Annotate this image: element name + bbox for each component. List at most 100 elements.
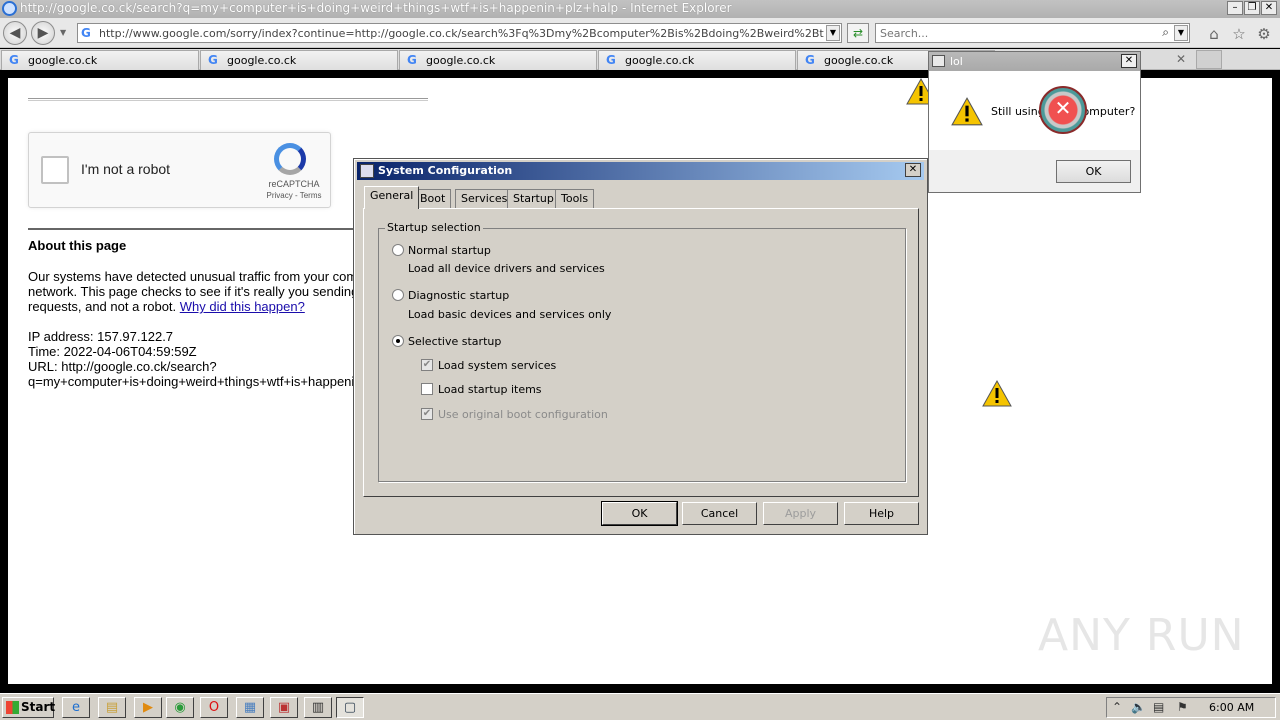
about-line-3: requests, and not a robot. Why did this … xyxy=(28,299,305,314)
search-box[interactable]: ⌕ ▼ xyxy=(875,23,1190,43)
system-configuration-dialog: System Configuration ✕ General Boot Serv… xyxy=(353,158,928,535)
google-favicon-icon: G xyxy=(606,53,616,67)
recaptcha-links[interactable]: Privacy - Terms xyxy=(255,191,333,200)
recaptcha-checkbox[interactable] xyxy=(41,156,69,184)
normal-startup-label[interactable]: Normal startup xyxy=(408,244,491,257)
notepad-taskbar-icon[interactable]: ▦ xyxy=(236,697,264,718)
app-taskbar-icon[interactable]: ▣ xyxy=(270,697,298,718)
dialog-title-bar[interactable]: System Configuration ✕ xyxy=(357,162,924,180)
forward-button[interactable]: ▶ xyxy=(31,21,55,45)
address-url[interactable]: http://www.google.com/sorry/index?contin… xyxy=(99,27,824,40)
chrome-taskbar-icon[interactable]: ◉ xyxy=(166,697,194,718)
explorer-taskbar-icon[interactable]: ▤ xyxy=(98,697,126,718)
action-center-flag-icon[interactable]: ⚑ xyxy=(1177,700,1188,714)
windows-logo-icon xyxy=(6,701,19,714)
history-dropdown-icon[interactable]: ▼ xyxy=(60,28,66,37)
restore-button[interactable]: ❐ xyxy=(1244,1,1260,15)
tray-expand-icon[interactable]: ⌃ xyxy=(1112,700,1122,714)
time-stamp: Time: 2022-04-06T04:59:59Z xyxy=(28,344,197,359)
startup-selection-group: Startup selection Normal startup Load al… xyxy=(378,221,906,482)
start-button[interactable]: Start xyxy=(2,697,55,718)
minimize-button[interactable]: – xyxy=(1227,1,1243,15)
browser-title: http://google.co.ck/search?q=my+computer… xyxy=(20,1,732,15)
general-panel: Startup selection Normal startup Load al… xyxy=(363,208,919,497)
diagnostic-startup-radio[interactable] xyxy=(392,289,404,301)
tab-boot[interactable]: Boot xyxy=(414,189,452,208)
system-tray: ⌃ 🔈 ▤ ⚑ 6:00 AM xyxy=(1106,697,1276,718)
about-text: Our systems have detected unusual traffi… xyxy=(28,269,358,389)
tab-google-2[interactable]: Ggoogle.co.ck xyxy=(200,50,398,70)
url-line-2: q=my+computer+is+doing+weird+things+wtf+… xyxy=(28,374,358,389)
ok-button[interactable]: OK xyxy=(601,501,678,526)
volume-icon[interactable]: 🔈 xyxy=(1131,700,1146,714)
tab-services[interactable]: Services xyxy=(455,189,514,208)
tab-google-1[interactable]: Ggoogle.co.ck xyxy=(1,50,199,70)
address-bar[interactable]: G http://www.google.com/sorry/index?cont… xyxy=(77,23,842,43)
address-dropdown-icon[interactable]: ▼ xyxy=(826,25,840,41)
load-startup-items-checkbox[interactable] xyxy=(421,383,433,395)
normal-startup-desc: Load all device drivers and services xyxy=(408,262,605,275)
ie-logo-icon xyxy=(2,1,17,16)
lol-message-box: lol ✕ Still using your computer? OK xyxy=(928,51,1141,193)
opera-taskbar-icon[interactable]: O xyxy=(200,697,228,718)
error-icon: ✕ xyxy=(1039,86,1087,134)
load-system-services-label[interactable]: Load system services xyxy=(438,359,556,372)
browser-title-bar: http://google.co.ck/search?q=my+computer… xyxy=(0,0,1280,18)
dialog-close-button[interactable]: ✕ xyxy=(905,163,921,177)
new-tab-button[interactable] xyxy=(1196,50,1222,69)
refresh-button[interactable]: ⇄ xyxy=(847,23,869,43)
load-system-services-checkbox[interactable]: ✔ xyxy=(421,359,433,371)
search-dropdown-icon[interactable]: ▼ xyxy=(1174,25,1188,41)
gear-icon[interactable]: ⚙ xyxy=(1255,25,1273,43)
search-icon[interactable]: ⌕ xyxy=(1162,25,1169,40)
tab-general[interactable]: General xyxy=(364,186,420,209)
warning-icon xyxy=(951,97,983,126)
recaptcha-label: I'm not a robot xyxy=(81,161,171,177)
warning-icon xyxy=(982,380,1012,407)
use-original-boot-label: Use original boot configuration xyxy=(438,408,608,421)
about-title: About this page xyxy=(28,238,127,253)
ie-taskbar-icon[interactable]: e xyxy=(62,697,90,718)
msconfig-icon xyxy=(360,164,374,178)
google-favicon-icon: G xyxy=(9,53,19,67)
tab-google-3[interactable]: Ggoogle.co.ck xyxy=(399,50,597,70)
desktop: http://google.co.ck/search?q=my+computer… xyxy=(0,0,1280,720)
dialog-title: System Configuration xyxy=(378,164,513,177)
tab-close-icon[interactable]: ✕ xyxy=(1176,52,1186,66)
home-icon[interactable]: ⌂ xyxy=(1205,25,1223,43)
favorites-star-icon[interactable]: ☆ xyxy=(1230,25,1248,43)
msgbox-title-bar[interactable]: lol ✕ xyxy=(929,52,1140,71)
diagnostic-startup-label[interactable]: Diagnostic startup xyxy=(408,289,509,302)
selective-startup-radio[interactable] xyxy=(392,335,404,347)
normal-startup-radio[interactable] xyxy=(392,244,404,256)
help-button[interactable]: Help xyxy=(844,502,919,525)
media-player-taskbar-icon[interactable]: ▶ xyxy=(134,697,162,718)
diagnostic-startup-desc: Load basic devices and services only xyxy=(408,308,612,321)
msgbox-title: lol xyxy=(950,55,963,68)
msgbox-close-button[interactable]: ✕ xyxy=(1121,54,1137,68)
apply-button[interactable]: Apply xyxy=(763,502,838,525)
recaptcha-widget: I'm not a robot reCAPTCHA Privacy - Term… xyxy=(28,132,331,208)
google-favicon-icon: G xyxy=(407,53,417,67)
use-original-boot-checkbox[interactable]: ✔ xyxy=(421,408,433,420)
cancel-button[interactable]: Cancel xyxy=(682,502,757,525)
url-line-1: URL: http://google.co.ck/search? xyxy=(28,359,217,374)
google-favicon-icon: G xyxy=(208,53,218,67)
selective-startup-label[interactable]: Selective startup xyxy=(408,335,501,348)
tab-tools[interactable]: Tools xyxy=(555,189,595,208)
load-startup-items-label[interactable]: Load startup items xyxy=(438,383,542,396)
tab-startup[interactable]: Startup xyxy=(507,189,560,208)
why-link[interactable]: Why did this happen? xyxy=(180,299,305,314)
clock[interactable]: 6:00 AM xyxy=(1209,701,1254,714)
program-taskbar-icon[interactable]: ▥ xyxy=(304,697,332,718)
msgbox-ok-button[interactable]: OK xyxy=(1056,160,1131,183)
back-button[interactable]: ◀ xyxy=(3,21,27,45)
msconfig-taskbar-icon[interactable]: ▢ xyxy=(336,697,364,718)
about-line-1: Our systems have detected unusual traffi… xyxy=(28,269,358,284)
divider xyxy=(28,98,428,101)
network-icon[interactable]: ▤ xyxy=(1153,700,1164,714)
search-input[interactable] xyxy=(880,26,1150,40)
tab-google-4[interactable]: Ggoogle.co.ck xyxy=(598,50,796,70)
close-button[interactable]: ✕ xyxy=(1261,1,1277,15)
recaptcha-brand: reCAPTCHA xyxy=(268,179,320,189)
